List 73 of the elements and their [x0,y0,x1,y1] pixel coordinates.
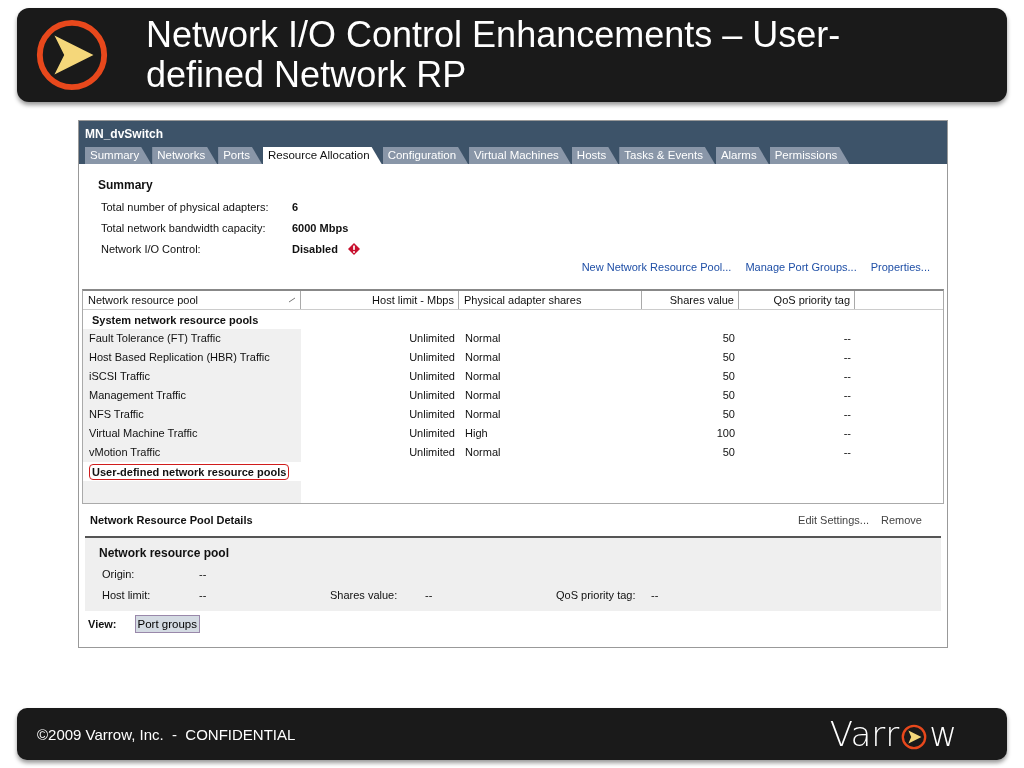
table-cell-text: 50 [721,369,736,384]
table-cell-text: Unlimited [408,388,456,403]
table-cell-text: Unlimited [408,445,456,460]
summary-label: Total network bandwidth capacity: [101,221,267,234]
table-cell-text: Unlimited [408,426,456,441]
field-value: -- [651,588,660,601]
table-cell-text: -- [842,407,852,422]
field-label: Origin: [102,567,136,580]
port-groups-button[interactable]: Port groups [134,615,200,633]
table-cell-text: Normal [464,388,502,403]
view-label: View: [88,618,117,630]
field-value: -- [425,588,434,601]
action-link[interactable]: New Network Resource Pool... [581,261,732,279]
details-action[interactable]: Edit Settings... [798,514,870,526]
column-header[interactable]: Shares value [642,291,739,309]
table-cell-text: 50 [721,388,736,403]
tab[interactable]: Resource Allocation [263,147,382,164]
action-link[interactable]: Manage Port Groups... [745,261,857,279]
table-cell-text: Normal [464,350,502,365]
column-header[interactable]: Network resource pool [83,291,301,309]
table-cell-text: Normal [464,407,502,422]
table-cell-text: 50 [721,350,736,365]
field-label: QoS priority tag: [556,588,637,601]
table-cell: NFS Traffic [83,405,301,424]
column-header[interactable]: QoS priority tag [739,291,855,309]
field-label: Shares value: [330,588,399,601]
table-cell: Host Based Replication (HBR) Traffic [83,348,301,367]
table-cell-text: Unlimited [408,369,456,384]
field-value: -- [199,567,208,580]
table-cell: vMotion Traffic [83,443,301,462]
copyright-text: ©2009 Varrow, Inc. - CONFIDENTIAL [37,725,296,743]
table-cell-text: -- [842,331,852,346]
table-cell: iSCSI Traffic [83,367,301,386]
details-action[interactable]: Remove [881,514,922,526]
summary-value: 6 [292,200,299,213]
table-cell: Management Traffic [83,386,301,405]
table-cell: Virtual Machine Traffic [83,424,301,443]
logo-text: w [929,714,957,754]
summary-label: Total number of physical adapters: [101,200,270,213]
field-label: Host limit: [102,588,152,601]
summary-heading: Summary [98,178,154,192]
table-cell-text: -- [842,426,852,441]
group-label: User-defined network resource pools [89,463,290,480]
table-cell-text: 50 [721,407,736,422]
summary-value: Disabled [292,242,338,255]
table-cell-text: -- [842,369,852,384]
table-cell-text: -- [842,350,852,365]
panel-heading: Network resource pool [99,546,231,560]
slide-title: Network I/O Control Enhancements – User- defined Network RP [146,15,841,95]
table-cell-text: Normal [464,331,502,346]
table-cell-text: High [464,426,489,441]
table-cell-text: -- [842,388,852,403]
action-link[interactable]: Properties... [870,261,930,279]
column-header[interactable]: Host limit - Mbps [301,291,459,309]
logo-text: Varr [829,714,900,754]
summary-label: Network I/O Control: [101,242,202,255]
column-header[interactable]: Physical adapter shares [459,291,642,309]
table-cell-text: Unlimited [408,350,456,365]
table-cell-text: 100 [715,426,736,441]
switch-name: MN_dvSwitch [85,127,163,143]
summary-value: 6000 Mbps [292,221,349,234]
arrow-logo-icon [900,723,929,751]
table-cell-text: Unlimited [408,407,456,422]
table-cell-text: Normal [464,369,502,384]
table-cell-text: Normal [464,445,502,460]
table-cell-text: -- [842,445,852,460]
table-cell-text: 50 [721,331,736,346]
field-value: -- [199,588,208,601]
table-cell-text: Unlimited [408,331,456,346]
table-cell-text: 50 [721,445,736,460]
table-cell: Fault Tolerance (FT) Traffic [83,329,301,348]
group-label: System network resource pools [91,312,260,328]
details-heading: Network Resource Pool Details [90,514,253,526]
